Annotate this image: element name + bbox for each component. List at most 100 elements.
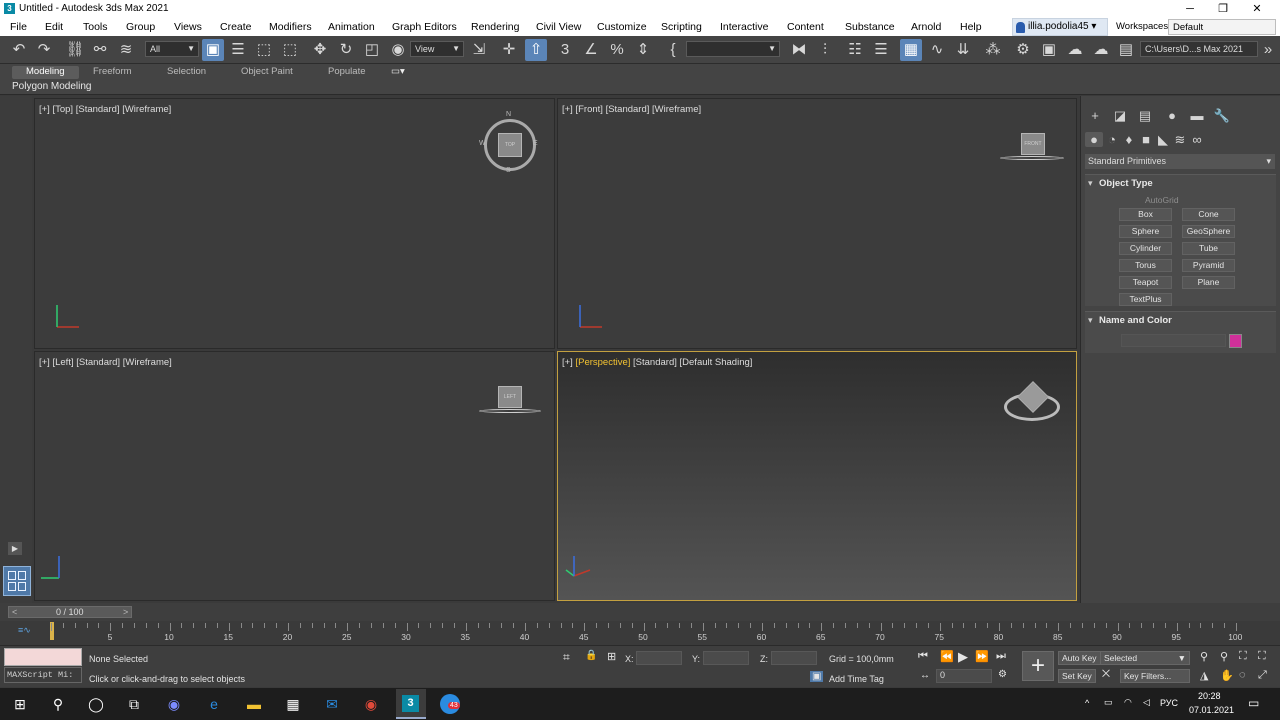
taskbar-3dsmax-active[interactable]: 3 bbox=[396, 689, 426, 719]
viewport-view-label[interactable]: [Perspective] bbox=[575, 357, 630, 368]
autogrid-checkbox[interactable]: AutoGrid bbox=[1145, 195, 1179, 205]
menu-customize[interactable]: Customize bbox=[597, 21, 647, 33]
textplus-button[interactable]: TextPlus bbox=[1119, 293, 1172, 306]
task-view-icon[interactable]: ⧉ bbox=[124, 695, 144, 713]
field-of-view-icon[interactable]: ◮ bbox=[1200, 669, 1208, 682]
key-mode-icon[interactable]: ↔ bbox=[920, 670, 930, 681]
windows-start-icon[interactable]: ⊞ bbox=[10, 695, 30, 713]
zoom-extents-all-icon[interactable]: ⛶ bbox=[1258, 650, 1266, 663]
snaps-toggle-icon[interactable]: 3 bbox=[554, 39, 576, 61]
search-icon[interactable]: ⚲ bbox=[48, 695, 68, 713]
ribbon-tab-selection[interactable]: Selection bbox=[167, 66, 206, 77]
menu-content[interactable]: Content bbox=[787, 21, 824, 33]
expand-panel-icon[interactable]: ▶ bbox=[8, 542, 22, 555]
tray-overflow-icon[interactable]: ^ bbox=[1085, 698, 1089, 708]
wifi-icon[interactable]: ◠ bbox=[1124, 697, 1132, 708]
motion-tab-icon[interactable]: ● bbox=[1163, 108, 1181, 123]
percent-snap-icon[interactable]: % bbox=[606, 39, 628, 61]
pivot-center-icon[interactable]: ⇲ bbox=[468, 39, 490, 61]
object-category-select[interactable]: Standard Primitives ▾ bbox=[1085, 154, 1275, 169]
align-icon[interactable]: ⫶ bbox=[814, 39, 836, 61]
rotate-icon[interactable]: ↻ bbox=[335, 39, 357, 61]
menu-civil-view[interactable]: Civil View bbox=[536, 21, 581, 33]
chrome-icon[interactable]: ◉ bbox=[361, 695, 381, 713]
select-manipulate-icon[interactable]: ✛ bbox=[498, 39, 520, 61]
absolute-mode-icon[interactable]: ⊞ bbox=[607, 650, 616, 663]
next-frame-icon[interactable]: ⏩ bbox=[975, 650, 989, 663]
key-filters-button[interactable]: Key Filters... bbox=[1120, 669, 1190, 683]
menu-rendering[interactable]: Rendering bbox=[471, 21, 519, 33]
minimize-button[interactable]: ─ bbox=[1173, 1, 1207, 17]
edge-icon[interactable]: e bbox=[204, 695, 224, 713]
layer-explorer-icon[interactable]: ☰ bbox=[870, 39, 892, 61]
isolate-selection-icon[interactable]: ⌗ bbox=[563, 650, 570, 665]
ribbon-tab-freeform[interactable]: Freeform bbox=[93, 66, 132, 77]
spinner-snap-icon[interactable]: ⇕ bbox=[632, 39, 654, 61]
viewport-shading-label[interactable]: [Standard] bbox=[633, 357, 677, 368]
ribbon-tab-modeling[interactable]: Modeling bbox=[12, 66, 79, 79]
systems-icon[interactable]: ∞ bbox=[1188, 132, 1206, 147]
placement-icon[interactable]: ◉ bbox=[387, 39, 409, 61]
torus-button[interactable]: Torus bbox=[1119, 259, 1172, 272]
menu-scripting[interactable]: Scripting bbox=[661, 21, 702, 33]
zoom-extents-icon[interactable]: ⛶ bbox=[1239, 650, 1247, 663]
x-coord-field[interactable] bbox=[636, 651, 682, 665]
viewport-view-label[interactable]: [Top] bbox=[52, 104, 73, 115]
y-coord-field[interactable] bbox=[703, 651, 749, 665]
viewport-menu[interactable]: [+] bbox=[562, 104, 573, 115]
pan-icon[interactable]: ✋ bbox=[1220, 669, 1234, 682]
viewport-perspective-label[interactable]: [+] [Perspective] [Standard] [Default Sh… bbox=[562, 357, 752, 368]
menu-group[interactable]: Group bbox=[126, 21, 155, 33]
language-indicator[interactable]: РУС bbox=[1160, 698, 1178, 708]
viewport-view-label[interactable]: [Front] bbox=[575, 104, 602, 115]
previous-frame-icon[interactable]: ⏪ bbox=[940, 650, 954, 663]
menu-interactive[interactable]: Interactive bbox=[720, 21, 768, 33]
utilities-tab-icon[interactable]: 🔧 bbox=[1213, 108, 1231, 124]
mirror-icon[interactable]: ⧓ bbox=[788, 39, 810, 61]
undo-icon[interactable]: ↶ bbox=[8, 39, 30, 61]
discord-icon[interactable]: ◉ bbox=[164, 695, 184, 713]
viewport-left-label[interactable]: [+] [Left] [Standard] [Wireframe] bbox=[39, 357, 172, 368]
zoom-icon[interactable]: ⚲ bbox=[1200, 650, 1208, 663]
hierarchy-tab-icon[interactable]: ▤ bbox=[1136, 108, 1154, 124]
render-setup-icon[interactable]: ⚙ bbox=[1012, 39, 1034, 61]
shapes-icon[interactable]: ◔ bbox=[1103, 132, 1121, 147]
volume-icon[interactable]: ◁ bbox=[1143, 697, 1150, 708]
menu-views[interactable]: Views bbox=[174, 21, 202, 33]
maxscript-listener[interactable] bbox=[4, 648, 82, 666]
track-bar[interactable]: ≡∿ 5 10 15 20 25 30 35 40 45 50 55 60 65 70 75 80 85 90 95… bbox=[0, 621, 1280, 645]
object-type-header[interactable]: Object Type bbox=[1099, 178, 1153, 189]
object-name-field[interactable] bbox=[1121, 334, 1226, 347]
add-time-tag[interactable]: Add Time Tag bbox=[829, 674, 884, 684]
rollout-collapse-icon[interactable]: ▾ bbox=[1088, 315, 1093, 326]
menu-create[interactable]: Create bbox=[220, 21, 252, 33]
default-tangents-icon[interactable]: ⨉ bbox=[1102, 669, 1110, 680]
menu-modifiers[interactable]: Modifiers bbox=[269, 21, 312, 33]
viewport-view-label[interactable]: [Left] bbox=[52, 357, 73, 368]
viewport-shading-label[interactable]: [Standard] bbox=[76, 357, 120, 368]
go-to-start-icon[interactable]: ⏮ bbox=[918, 650, 928, 663]
cortana-icon[interactable]: ◯ bbox=[86, 695, 106, 713]
curve-editor-icon[interactable]: ∿ bbox=[926, 39, 948, 61]
selection-filter-select[interactable]: All ▼ bbox=[145, 41, 199, 57]
set-key-button[interactable]: Set Key bbox=[1058, 669, 1096, 683]
viewcube-front[interactable]: FRONT bbox=[1021, 133, 1045, 155]
select-object-icon[interactable]: ▣ bbox=[202, 39, 224, 61]
file-explorer-icon[interactable]: ▬ bbox=[244, 695, 264, 713]
helpers-icon[interactable]: ◣ bbox=[1154, 132, 1172, 148]
project-path-field[interactable]: C:\Users\D...s Max 2021 bbox=[1140, 41, 1258, 57]
render-production-icon[interactable]: ☁ bbox=[1064, 39, 1086, 61]
viewport-top-label[interactable]: [+] [Top] [Standard] [Wireframe] bbox=[39, 104, 171, 115]
select-by-name-icon[interactable]: ☰ bbox=[227, 39, 249, 61]
store-icon[interactable]: ▦ bbox=[283, 695, 303, 713]
redo-icon[interactable]: ↷ bbox=[33, 39, 55, 61]
viewport-front-label[interactable]: [+] [Front] [Standard] [Wireframe] bbox=[562, 104, 701, 115]
cone-button[interactable]: Cone bbox=[1182, 208, 1235, 221]
viewport-left[interactable]: [+] [Left] [Standard] [Wireframe] LEFT bbox=[34, 351, 555, 601]
material-editor-icon[interactable]: ⁂ bbox=[982, 39, 1004, 61]
viewcube-top[interactable]: TOP bbox=[498, 133, 522, 157]
selection-lock-icon[interactable]: 🔒 bbox=[585, 650, 597, 661]
play-icon[interactable]: ▶ bbox=[958, 649, 968, 665]
lights-icon[interactable]: ♦ bbox=[1120, 132, 1138, 147]
clock-time[interactable]: 20:28 bbox=[1198, 691, 1221, 701]
